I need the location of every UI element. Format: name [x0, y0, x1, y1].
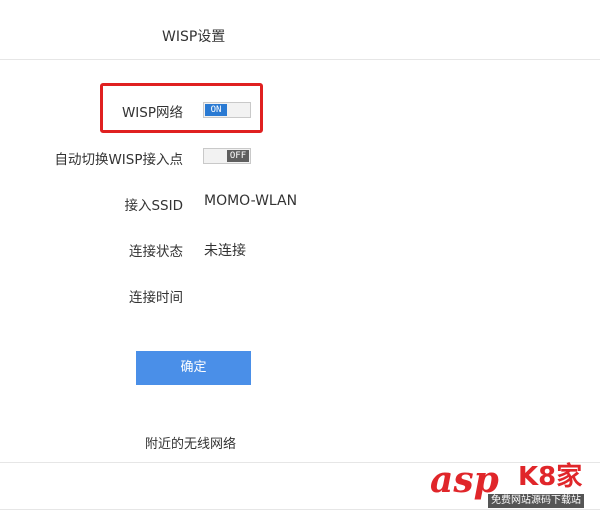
connection-status-value: 未连接	[204, 243, 246, 259]
auto-switch-toggle[interactable]: OFF	[203, 148, 251, 164]
connection-time-label: 连接时间	[129, 290, 183, 306]
page-header: WISP设置	[0, 0, 600, 60]
confirm-button[interactable]: 确定	[136, 351, 251, 385]
nearby-networks-title: 附近的无线网络	[145, 437, 237, 452]
auto-switch-label: 自动切换WISP接入点	[54, 152, 183, 168]
watermark-logo: asp K8家 免费网站源码下载站	[430, 460, 595, 510]
watermark-tagline: 免费网站源码下载站	[488, 494, 584, 508]
toggle-off-indicator: OFF	[227, 150, 249, 162]
watermark-brand-cn: K8家	[518, 462, 583, 492]
ssid-value: MOMO-WLAN	[204, 193, 298, 209]
connection-status-label: 连接状态	[129, 244, 183, 260]
highlight-annotation-box	[100, 83, 263, 133]
ssid-label: 接入SSID	[124, 198, 183, 214]
page-title: WISP设置	[162, 29, 226, 45]
